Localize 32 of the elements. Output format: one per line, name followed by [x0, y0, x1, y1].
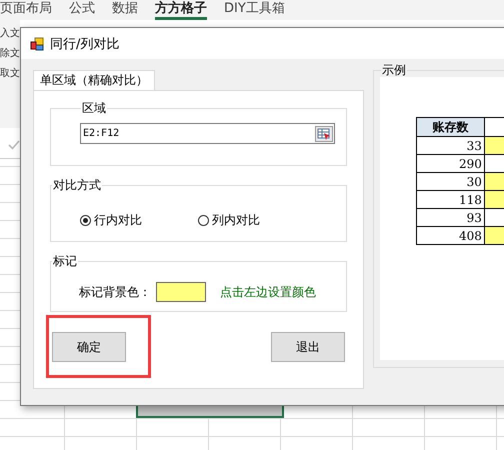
table-cell: 30 — [416, 172, 484, 190]
ribbon-tab[interactable]: 公式 — [69, 0, 95, 17]
hint-text: 点击左边设置颜色 — [220, 284, 316, 300]
range-picker-icon[interactable] — [315, 126, 333, 142]
dialog-button[interactable]: 确定 — [52, 332, 126, 362]
radio-option[interactable]: 列内对比 — [198, 212, 260, 229]
table-cell: 290 — [416, 154, 484, 172]
group-label: 标记 — [52, 254, 78, 268]
table-cell: 93 — [416, 208, 484, 226]
ribbon-button[interactable]: 取文 — [0, 68, 20, 80]
ribbon-button[interactable]: 入文 — [0, 28, 20, 40]
table-header: 账存数 — [416, 118, 484, 136]
ribbon-tab[interactable]: 页面布局 — [0, 0, 52, 17]
group-label: 对比方式 — [52, 178, 102, 192]
group-label: 示例 — [381, 63, 407, 77]
table-cell: 408 — [416, 226, 484, 244]
app-icon — [30, 36, 44, 50]
ribbon-tab[interactable]: 数据 — [112, 0, 138, 17]
ribbon-tab[interactable]: DIY工具箱 — [224, 0, 285, 17]
window-title: 同行/列对比 — [50, 36, 120, 52]
field-label: 标记背景色： — [79, 284, 151, 300]
range-field[interactable]: E2:F12 — [80, 123, 335, 144]
tab[interactable]: 单区域（精确对比） — [33, 70, 155, 90]
radio-option[interactable]: 行内对比 — [80, 212, 142, 229]
dialog-button[interactable]: 退出 — [271, 332, 345, 362]
ribbon-button[interactable]: 除文 — [0, 48, 20, 60]
group-label: 区域 — [81, 101, 107, 115]
ribbon-tab[interactable]: 方方格子 — [155, 0, 207, 20]
table-cell: 33 — [416, 136, 484, 154]
color-swatch[interactable] — [156, 282, 206, 302]
check-icon[interactable] — [8, 140, 20, 150]
table-cell: 118 — [416, 190, 484, 208]
